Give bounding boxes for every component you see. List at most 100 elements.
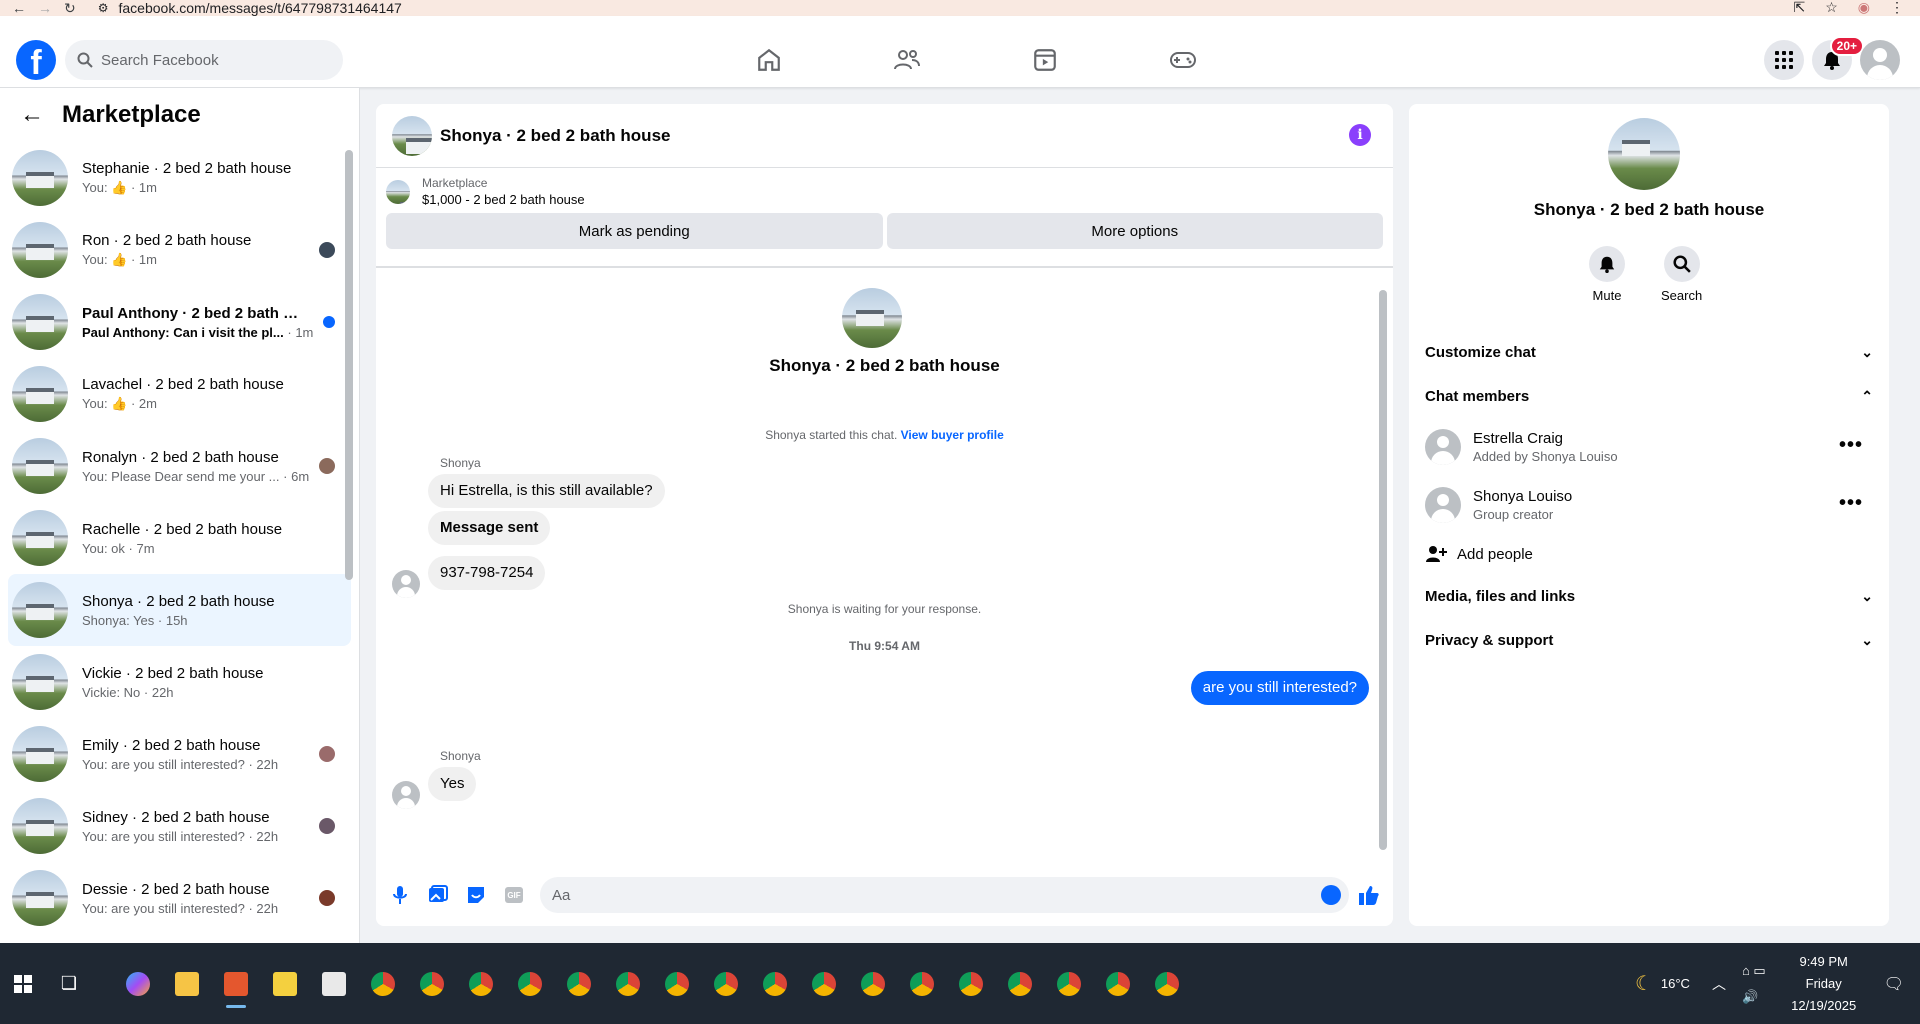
message-bubble[interactable]: Message sent [428,511,551,545]
more-options-button[interactable]: More options [886,213,1383,249]
thumbs-up-icon[interactable] [1357,883,1381,907]
conversation-item-active[interactable]: Shonya · 2 bed 2 bath house Shonya: Yes … [8,574,351,646]
browser-taskbar-icon[interactable] [216,962,256,1008]
chrome-icon[interactable] [853,962,893,1006]
site-info-icon[interactable]: ⚙ [98,1,109,15]
notifications-button[interactable]: 20+ [1812,36,1864,80]
browser-menu-icon[interactable]: ⋮ [1890,0,1904,14]
address-bar[interactable]: ⚙ facebook.com/messages/t/64779873146414… [98,1,402,15]
conversation-item[interactable]: Sidney · 2 bed 2 bath house You: are you… [8,790,351,862]
emoji-icon[interactable] [1321,885,1341,905]
nav-home[interactable] [700,32,838,88]
conversation-item[interactable]: Dessie · 2 bed 2 bath house You: are you… [8,862,351,934]
message-bubble[interactable]: 937-798-7254 [428,556,546,590]
facebook-logo[interactable]: f [16,40,56,82]
more-options-icon[interactable]: ••• [1839,492,1863,515]
chrome-icon[interactable] [1147,962,1187,1006]
chrome-icon[interactable] [608,962,648,1006]
customize-chat-section[interactable]: Customize chat ⌄ [1425,330,1873,374]
view-buyer-profile-link[interactable]: View buyer profile [901,428,1004,442]
document-icon[interactable] [314,962,354,1006]
chat-title[interactable]: Shonya · 2 bed 2 bath house [440,126,670,146]
reload-icon[interactable]: ↻ [64,1,76,15]
message-bubble[interactable]: Hi Estrella, is this still available? [428,474,665,508]
privacy-support-section[interactable]: Privacy & support ⌄ [1425,618,1873,662]
search-facebook-input[interactable]: Search Facebook [65,40,343,80]
conversation-item[interactable]: Rachelle · 2 bed 2 bath house You: ok · … [8,502,351,574]
message-input[interactable]: Aa [540,877,1349,913]
chrome-icon[interactable] [902,962,942,1006]
windows-start-icon[interactable] [0,943,46,1024]
chrome-icon[interactable] [951,962,991,1006]
weather-widget[interactable]: ☾ 16°C [1635,971,1690,996]
nav-video[interactable] [976,32,1114,88]
info-icon[interactable]: i [1349,124,1371,146]
chrome-icon[interactable] [461,962,501,1006]
file-explorer-icon[interactable] [167,962,207,1006]
my-message-bubble[interactable]: are you still interested? [1190,671,1369,705]
chrome-icon[interactable] [1000,962,1040,1006]
member-item[interactable]: Shonya Louiso Group creator ••• [1425,476,1873,534]
search-in-chat-button[interactable]: Search [1661,246,1702,303]
chrome-icon[interactable] [363,962,403,1006]
conversation-item[interactable]: Stephanie · 2 bed 2 bath house You: 👍 · … [8,142,351,214]
add-people-button[interactable]: Add people [1425,534,1873,574]
nav-friends[interactable] [838,32,976,88]
chrome-icon[interactable] [755,962,795,1006]
chrome-icon[interactable] [510,962,550,1006]
more-options-icon[interactable]: ••• [1839,434,1863,457]
chrome-icon[interactable] [559,962,599,1006]
conversation-item[interactable]: Paul Anthony · 2 bed 2 bath h... Paul An… [8,286,351,358]
photo-icon[interactable] [426,883,450,907]
gif-icon[interactable]: GIF [502,883,526,907]
chat-members-section[interactable]: Chat members ⌃ [1425,374,1873,418]
volume-icon[interactable]: 🔊 [1742,989,1766,1005]
back-arrow-icon[interactable]: ← [20,101,44,129]
notification-center-icon[interactable]: 🗨 [1884,974,1904,994]
chrome-icon[interactable] [804,962,844,1006]
listing-thumbnail[interactable] [386,179,410,204]
media-files-links-section[interactable]: Media, files and links ⌄ [1425,574,1873,618]
conversation-title: Emily · 2 bed 2 bath house [82,736,261,754]
conversation-item[interactable]: Lavachel · 2 bed 2 bath house You: 👍 · 2… [8,358,351,430]
profile-icon[interactable]: ◉ [1858,0,1870,14]
sticky-notes-icon[interactable] [265,962,305,1006]
conversation-item[interactable]: Ron · 2 bed 2 bath house You: 👍 · 1m [8,214,351,286]
chat-scrollbar[interactable] [1379,290,1387,850]
url-text[interactable]: facebook.com/messages/t/647798731464147 [119,1,402,15]
conversation-item[interactable]: Vickie · 2 bed 2 bath house Vickie: No ·… [8,646,351,718]
mute-button[interactable]: Mute [1589,246,1625,303]
account-avatar[interactable] [1860,40,1900,80]
menu-button[interactable] [1764,40,1804,80]
sidebar-scrollbar[interactable] [345,150,353,580]
chrome-icon[interactable] [1049,962,1089,1006]
bookmark-star-icon[interactable]: ☆ [1825,0,1838,14]
copilot-icon[interactable] [118,962,158,1006]
conversation-item[interactable]: Ronalyn · 2 bed 2 bath house You: Please… [8,430,351,502]
seen-avatar [319,818,335,834]
task-view-icon[interactable]: ❏ [46,943,92,1024]
sender-avatar[interactable] [392,570,420,598]
conversation-item[interactable]: Emily · 2 bed 2 bath house You: are you … [8,718,351,790]
sender-avatar[interactable] [392,781,420,809]
nav-gaming[interactable] [1114,32,1252,88]
chrome-icon[interactable] [1098,962,1138,1006]
network-icon[interactable]: ⌂ ▭ [1742,963,1766,979]
chrome-icon[interactable] [706,962,746,1006]
back-arrow-icon[interactable]: ← [12,1,26,15]
conversation-time: · 22h [244,828,279,844]
like-icon: 👍 [111,396,128,411]
mark-as-pending-button[interactable]: Mark as pending [386,213,883,249]
sticker-icon[interactable] [464,883,488,907]
message-bubble[interactable]: Yes [428,767,477,801]
clock[interactable]: 9:49 PM Friday 12/19/2025 [1784,951,1864,1017]
member-item[interactable]: Estrella Craig Added by Shonya Louiso ••… [1425,418,1873,476]
install-app-icon[interactable]: ⇱ [1793,0,1805,14]
forward-arrow-icon[interactable]: → [38,1,52,15]
tray-chevron-icon[interactable]: ︿ [1712,974,1726,994]
chat-header-thumbnail[interactable] [392,115,432,156]
microphone-icon[interactable] [388,883,412,907]
chrome-icon[interactable] [657,962,697,1006]
chrome-icon[interactable] [412,962,452,1006]
listing-title[interactable]: $1,000 - 2 bed 2 bath house [422,192,585,207]
